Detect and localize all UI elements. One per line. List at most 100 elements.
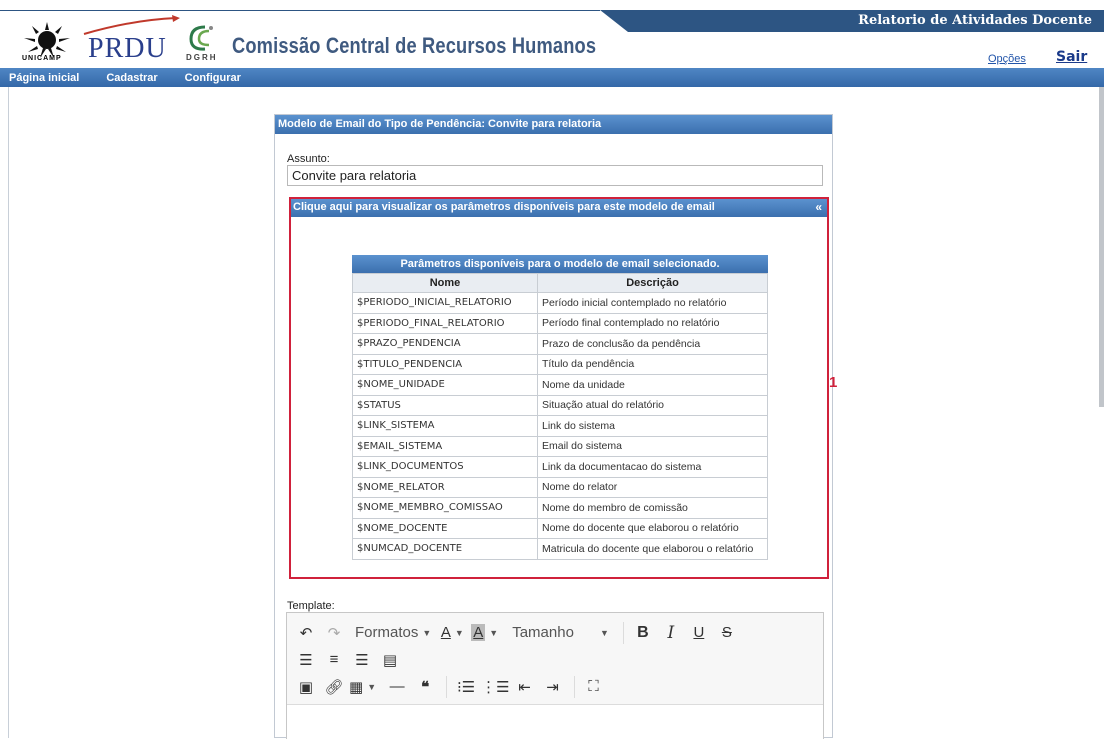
nav-item-home[interactable]: Página inicial (0, 72, 79, 84)
strikethrough-button[interactable]: S (714, 621, 740, 645)
toolbar-row: ☰ ≡ ☰ ▤ (293, 646, 823, 673)
param-description-cell: Período inicial contemplado no relatório (537, 292, 768, 314)
dgrh-logo-text: DGRH (186, 53, 218, 62)
column-header-description: Descrição (537, 273, 768, 293)
font-color-icon: A (440, 624, 451, 641)
param-description-cell: Nome do membro de comissão (537, 497, 768, 519)
table-row: $NOME_MEMBRO_COMISSAO Nome do membro de c… (352, 497, 768, 519)
align-left-icon[interactable]: ☰ (293, 648, 319, 672)
align-justify-icon[interactable]: ▤ (377, 648, 403, 672)
param-name-cell: $NOME_MEMBRO_COMISSAO (352, 497, 538, 519)
italic-button[interactable]: I (658, 621, 684, 645)
background-color-button[interactable]: A ▼ (471, 621, 498, 645)
link-icon[interactable]: 🔗︎ (321, 675, 347, 699)
toolbar-divider (622, 621, 624, 644)
page-left-border (8, 87, 9, 738)
param-name-cell: $EMAIL_SISTEMA (352, 435, 538, 457)
numbered-list-icon[interactable]: ⋮☰ (481, 675, 509, 699)
table-row: $EMAIL_SISTEMA Email do sistema (352, 435, 768, 457)
align-center-icon[interactable]: ≡ (321, 648, 347, 672)
table-row: $NOME_DOCENTE Nome do docente que elaboro… (352, 517, 768, 539)
image-icon[interactable]: ▣ (293, 675, 319, 699)
param-name-cell: $PERIODO_INICIAL_RELATORIO (352, 292, 538, 314)
param-description-cell: Link da documentacao do sistema (537, 456, 768, 478)
param-description-cell: Nome do docente que elaborou o relatório (537, 517, 768, 539)
params-toggle-label: Clique aqui para visualizar os parâmetro… (293, 201, 715, 213)
params-table-caption: Parâmetros disponíveis para o modelo de … (352, 255, 768, 273)
redo-icon[interactable]: ↷ (321, 621, 347, 645)
font-color-button[interactable]: A ▼ (439, 621, 465, 645)
options-link[interactable]: Opções (988, 53, 1026, 65)
table-icon[interactable]: ▦ ▼ (349, 675, 376, 699)
editor-content-area[interactable] (287, 705, 823, 745)
org-title: Comissão Central de Recursos Humanos (232, 33, 597, 58)
template-editor: ↶ ↷ Formatos ▼ A ▼ A ▼ Tamanho ▼ B I U S ☰ ≡… (286, 612, 824, 745)
param-description-cell: Situação atual do relatório (537, 394, 768, 416)
indent-icon[interactable]: ⇥ (540, 675, 566, 699)
system-title: Relatorio de Atividades Docente (858, 13, 1092, 28)
table-row: $NOME_UNIDADE Nome da unidade (352, 374, 768, 396)
bullet-list-icon[interactable]: ⁝☰ (453, 675, 479, 699)
logout-link[interactable]: Sair (1056, 49, 1087, 65)
toolbar-row: ▣ 🔗︎ ▦ ▼ — ❝ ⁝☰ ⋮☰ ⇤ ⇥ ⛶ (293, 673, 823, 700)
size-label: Tamanho (512, 624, 574, 641)
chevron-down-icon: ▼ (454, 627, 464, 638)
formats-dropdown[interactable]: Formatos ▼ (349, 621, 437, 645)
editor-toolbar: ↶ ↷ Formatos ▼ A ▼ A ▼ Tamanho ▼ B I U S ☰ ≡… (287, 613, 823, 705)
toolbar-divider (573, 675, 575, 698)
param-description-cell: Prazo de conclusão da pendência (537, 333, 768, 355)
outdent-icon[interactable]: ⇤ (512, 675, 538, 699)
fullscreen-icon[interactable]: ⛶ (581, 675, 607, 699)
param-description-cell: Matricula do docente que elaborou o rela… (537, 538, 768, 560)
table-row: $LINK_DOCUMENTOS Link da documentacao do … (352, 456, 768, 478)
param-name-cell: $STATUS (352, 394, 538, 416)
unicamp-logo-text: UNICAMP (22, 55, 62, 62)
chevron-down-icon: ▼ (422, 627, 432, 638)
param-name-cell: $LINK_DOCUMENTOS (352, 456, 538, 478)
subject-input[interactable]: Convite para relatoria (287, 165, 823, 186)
size-dropdown[interactable]: Tamanho ▼ (506, 621, 615, 645)
param-description-cell: Email do sistema (537, 435, 768, 457)
params-table-header-row: Nome Descrição (352, 273, 768, 293)
header: Relatorio de Atividades Docente UNICAMP … (0, 0, 1104, 68)
table-row: $LINK_SISTEMA Link do sistema (352, 415, 768, 437)
param-name-cell: $TITULO_PENDENCIA (352, 353, 538, 375)
params-toggle-header[interactable]: Clique aqui para visualizar os parâmetro… (291, 199, 827, 217)
formats-label: Formatos (355, 624, 419, 641)
undo-icon[interactable]: ↶ (293, 621, 319, 645)
param-name-cell: $LINK_SISTEMA (352, 415, 538, 437)
param-name-cell: $PERIODO_FINAL_RELATORIO (352, 312, 538, 334)
prdu-logo: PRDU (88, 33, 167, 64)
collapse-icon[interactable]: « (815, 200, 822, 214)
param-name-cell: $PRAZO_PENDENCIA (352, 333, 538, 355)
scrollbar-thumb[interactable] (1099, 87, 1104, 407)
param-description-cell: Título da pendência (537, 353, 768, 375)
main-nav: Página inicial Cadastrar Configurar (0, 68, 1104, 87)
horizontal-rule-icon[interactable]: — (384, 675, 410, 699)
panel-title: Modelo de Email do Tipo de Pendência: Co… (275, 115, 832, 134)
align-right-icon[interactable]: ☰ (349, 648, 375, 672)
params-highlight-box: Clique aqui para visualizar os parâmetro… (289, 197, 829, 579)
table-row: $PERIODO_INICIAL_RELATORIO Período inicia… (352, 292, 768, 314)
bold-button[interactable]: B (630, 621, 656, 645)
table-row: $NOME_RELATOR Nome do relator (352, 476, 768, 498)
param-description-cell: Link do sistema (537, 415, 768, 437)
header-rule (0, 10, 600, 11)
email-template-panel: Modelo de Email do Tipo de Pendência: Co… (274, 114, 833, 745)
subject-label: Assunto: (287, 153, 330, 165)
table-row: $NUMCAD_DOCENTE Matricula do docente que … (352, 538, 768, 560)
param-name-cell: $NOME_UNIDADE (352, 374, 538, 396)
chevron-down-icon: ▼ (367, 681, 377, 692)
blockquote-icon[interactable]: ❝ (412, 675, 438, 699)
param-description-cell: Nome da unidade (537, 374, 768, 396)
table-row: $PERIODO_FINAL_RELATORIO Período final co… (352, 312, 768, 334)
param-name-cell: $NOME_RELATOR (352, 476, 538, 498)
nav-item-register[interactable]: Cadastrar (97, 72, 157, 84)
dgrh-logo-icon (189, 25, 213, 51)
toolbar-divider (446, 675, 448, 698)
chevron-down-icon: ▼ (599, 627, 609, 638)
nav-item-configure[interactable]: Configurar (176, 72, 241, 84)
background-color-icon: A (471, 624, 486, 641)
param-description-cell: Nome do relator (537, 476, 768, 498)
underline-button[interactable]: U (686, 621, 712, 645)
